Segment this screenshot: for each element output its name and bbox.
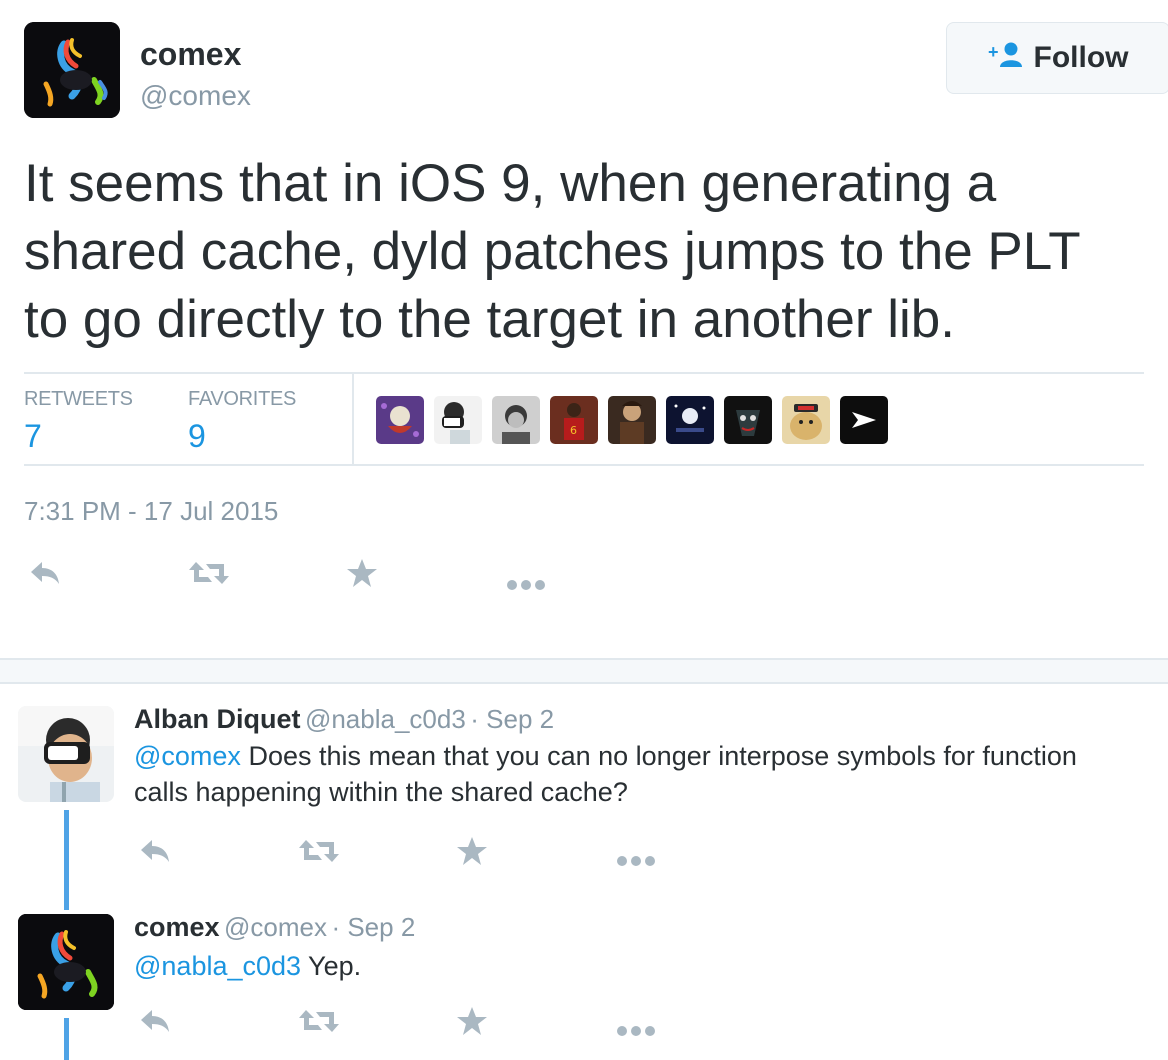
tweet-text-line: shared cache, dyld patches jumps to the … [24, 222, 1081, 281]
svg-text:+: + [988, 42, 999, 62]
favorite-button[interactable] [346, 558, 378, 594]
follow-button[interactable]: + Follow [946, 22, 1168, 94]
favoriters-avatars: 6 [376, 396, 888, 444]
reply-text: @comex Does this mean that you can no lo… [134, 738, 1154, 810]
reply-mention[interactable]: @comex [134, 741, 241, 771]
retweet-icon [299, 1010, 339, 1032]
thread-line [64, 810, 69, 910]
retweet-button[interactable] [188, 560, 230, 592]
favoriter-avatar[interactable] [840, 396, 888, 444]
author-name[interactable]: comex [140, 36, 241, 73]
tweet-text: It seems that in iOS 9, when generating … [24, 150, 1154, 354]
favoriter-avatar[interactable] [666, 396, 714, 444]
author-avatar[interactable] [24, 22, 120, 118]
reply-button[interactable] [138, 1006, 172, 1042]
favoriter-avatar[interactable] [376, 396, 424, 444]
reply-text-line: calls happening within the shared cache? [134, 777, 628, 807]
section-separator [0, 658, 1168, 684]
reply-icon [141, 1010, 169, 1032]
favoriter-avatar[interactable]: 6 [550, 396, 598, 444]
reply-avatar[interactable] [18, 914, 114, 1010]
favoriter-avatar[interactable] [434, 396, 482, 444]
add-user-icon: + [988, 40, 1024, 76]
follow-label: Follow [1033, 41, 1129, 74]
reply-icon [141, 840, 169, 862]
retweet-icon [299, 840, 339, 862]
reply-button[interactable] [28, 558, 62, 594]
more-button[interactable] [616, 1014, 656, 1044]
reply-header: comex @comex · Sep 2 [134, 912, 415, 943]
favorites-label[interactable]: FAVORITES [188, 388, 296, 411]
reply-date[interactable]: · Sep 2 [470, 704, 554, 734]
star-icon [457, 1007, 487, 1035]
more-icon [617, 1026, 655, 1036]
reply-text-line: Does this mean that you can no longer in… [240, 741, 1077, 771]
reply-author-handle[interactable]: @comex [224, 912, 327, 942]
reply-button[interactable] [138, 836, 172, 872]
retweets-count[interactable]: 7 [24, 418, 42, 455]
favorite-button[interactable] [456, 1006, 488, 1042]
reply-author-name[interactable]: Alban Diquet [134, 704, 301, 734]
retweet-button[interactable] [298, 1008, 340, 1040]
reply-text-line: Yep. [301, 951, 362, 981]
favoriter-avatar[interactable] [724, 396, 772, 444]
retweets-label[interactable]: RETWEETS [24, 388, 133, 411]
favorite-button[interactable] [456, 836, 488, 872]
more-button[interactable] [616, 844, 656, 874]
reply-date[interactable]: · Sep 2 [331, 912, 415, 942]
reply-header: Alban Diquet @nabla_c0d3 · Sep 2 [134, 704, 554, 735]
stats-divider [352, 374, 354, 466]
tweet-timestamp[interactable]: 7:31 PM - 17 Jul 2015 [24, 496, 278, 527]
reply-mention[interactable]: @nabla_c0d3 [134, 951, 301, 981]
star-icon [457, 837, 487, 865]
retweet-icon [189, 562, 229, 584]
reply-author-name[interactable]: comex [134, 912, 220, 942]
divider [24, 372, 1144, 374]
divider [24, 464, 1144, 466]
svg-text:6: 6 [570, 424, 577, 437]
more-icon [617, 856, 655, 866]
reply-text: @nabla_c0d3 Yep. [134, 948, 361, 984]
favorites-count[interactable]: 9 [188, 418, 206, 455]
more-icon [507, 580, 545, 590]
reply-author-handle[interactable]: @nabla_c0d3 [305, 704, 466, 734]
favoriter-avatar[interactable] [608, 396, 656, 444]
author-handle[interactable]: @comex [140, 80, 251, 112]
reply-icon [31, 562, 59, 584]
retweet-button[interactable] [298, 838, 340, 870]
tweet-text-line: to go directly to the target in another … [24, 290, 955, 349]
more-button[interactable] [506, 568, 546, 598]
reply-avatar[interactable] [18, 706, 114, 802]
tweet-text-line: It seems that in iOS 9, when generating … [24, 154, 997, 213]
star-icon [347, 559, 377, 587]
favoriter-avatar[interactable] [492, 396, 540, 444]
favoriter-avatar[interactable] [782, 396, 830, 444]
thread-line [64, 1018, 69, 1060]
